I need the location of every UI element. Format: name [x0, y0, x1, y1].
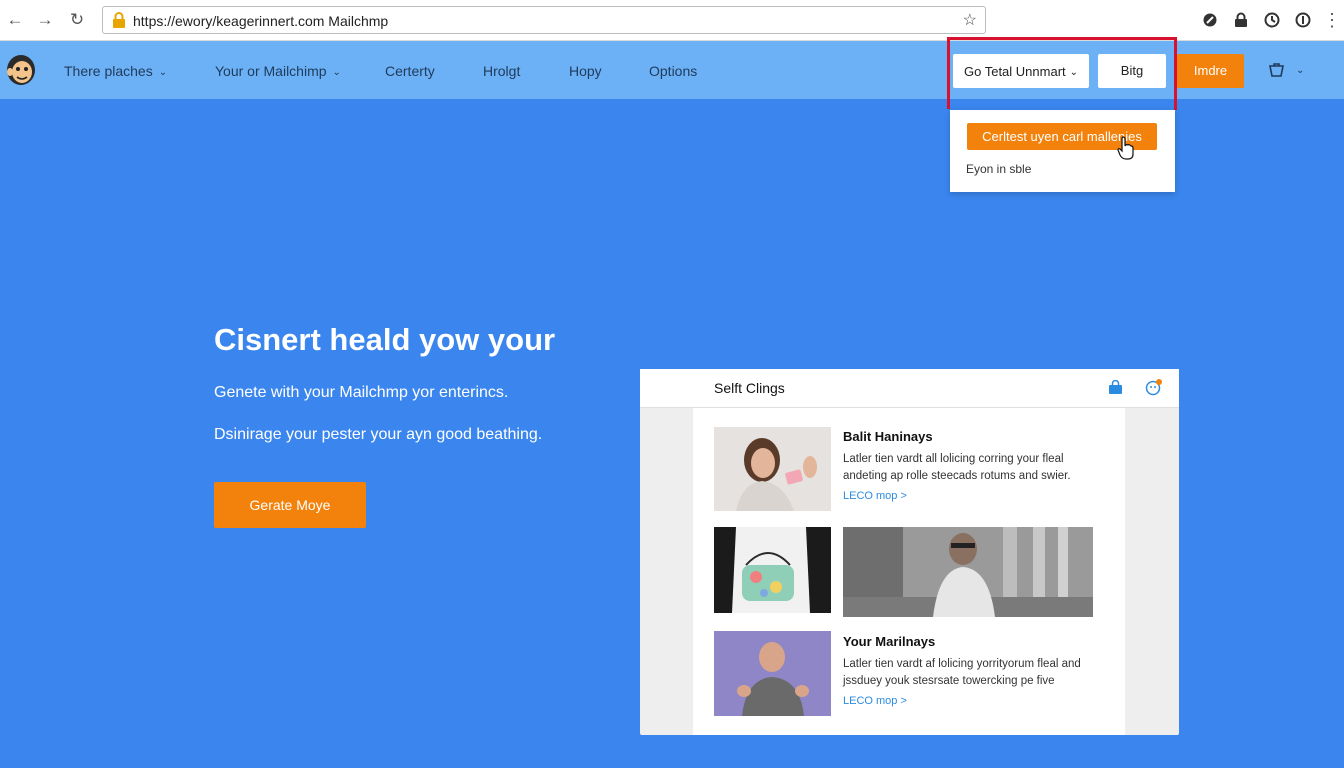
white-header-button[interactable]: Bitg: [1098, 54, 1166, 88]
chevron-down-icon: ⌄: [1069, 67, 1079, 78]
article-description: Latler tien vardt all lolicing corring y…: [843, 453, 1071, 482]
article-title[interactable]: Your Marilnays: [843, 634, 935, 649]
lock-icon: [113, 12, 125, 28]
article-thumbnail-person[interactable]: [714, 631, 831, 716]
forward-icon[interactable]: →: [35, 10, 55, 30]
reload-icon[interactable]: ↻: [67, 10, 87, 30]
hero-cta-button[interactable]: Gerate Moye: [214, 482, 366, 528]
account-select[interactable]: Go Tetal Unnmart ⌄: [953, 54, 1089, 88]
hand-cursor-icon: [1117, 136, 1134, 160]
shopping-bag-icon[interactable]: [1108, 380, 1123, 395]
panel-body: Balit Haninays Latler tien vardt all lol…: [693, 408, 1125, 735]
article-read-more-link[interactable]: LECO mop >: [843, 490, 907, 502]
chevron-down-icon: ⌄: [158, 67, 168, 78]
article-thumbnail-bag[interactable]: [714, 527, 831, 613]
nav-item-mailchimp[interactable]: Your or Mailchimp ⌄: [215, 63, 341, 79]
account-dropdown: Cerltest uyen carl mallenies Eyon in sbl…: [950, 110, 1175, 192]
nav-item-hrolgt[interactable]: Hrolgt: [483, 63, 520, 79]
hero-subtitle-secondary: Dsinirage your pester your ayn good beat…: [214, 426, 543, 443]
article-thumbnail-man[interactable]: [843, 527, 1093, 617]
mailchimp-logo-icon[interactable]: [5, 52, 37, 86]
article-title[interactable]: Balit Haninays: [843, 429, 933, 444]
hero-subtitle: Genete with your Mailchmp yor enterincs.: [214, 384, 509, 401]
cart-icon[interactable]: [1268, 63, 1286, 79]
hero-title: Cisnert heald yow your: [214, 322, 556, 357]
preview-panel: Selft Clings Balit Haninays Latler tien …: [640, 369, 1179, 735]
menu-kebab-icon[interactable]: ⋮: [1322, 10, 1342, 30]
nav-item-certerty[interactable]: Certerty: [385, 63, 435, 79]
padlock-icon[interactable]: [1233, 12, 1249, 28]
address-bar[interactable]: https://ewory/keagerinnert.com Mailchmp …: [102, 6, 986, 34]
nav-item-places[interactable]: There plaches ⌄: [64, 63, 167, 79]
nav-item-hopy[interactable]: Hopy: [569, 63, 602, 79]
article-read-more-link[interactable]: LECO mop >: [843, 695, 907, 707]
site-header: There plaches ⌄ Your or Mailchimp ⌄ Certer…: [0, 41, 1344, 99]
article-thumbnail-woman[interactable]: [714, 427, 831, 511]
chevron-down-icon: ⌄: [332, 67, 341, 78]
notification-icon[interactable]: [1145, 378, 1163, 396]
highlight-frame-edge: [1174, 37, 1177, 110]
nav-item-options[interactable]: Options: [649, 63, 697, 79]
panel-header: Selft Clings: [640, 369, 1179, 408]
chevron-down-icon[interactable]: ⌄: [1296, 65, 1304, 76]
clock-icon[interactable]: [1264, 12, 1280, 28]
browser-toolbar: ← → ↻ https://ewory/keagerinnert.com Mai…: [0, 0, 1344, 41]
orange-header-button[interactable]: Imdre: [1177, 54, 1244, 88]
back-icon[interactable]: ←: [5, 10, 25, 30]
extension-icon[interactable]: [1202, 12, 1218, 28]
article-description: Latler tien vardt af lolicing yorrityoru…: [843, 658, 1081, 687]
url-text: https://ewory/keagerinnert.com Mailchmp: [133, 13, 389, 29]
bookmark-star-icon[interactable]: ☆: [963, 10, 977, 30]
panel-title: Selft Clings: [714, 380, 785, 396]
dropdown-item[interactable]: Eyon in sble: [966, 162, 1031, 176]
info-icon[interactable]: [1295, 12, 1311, 28]
